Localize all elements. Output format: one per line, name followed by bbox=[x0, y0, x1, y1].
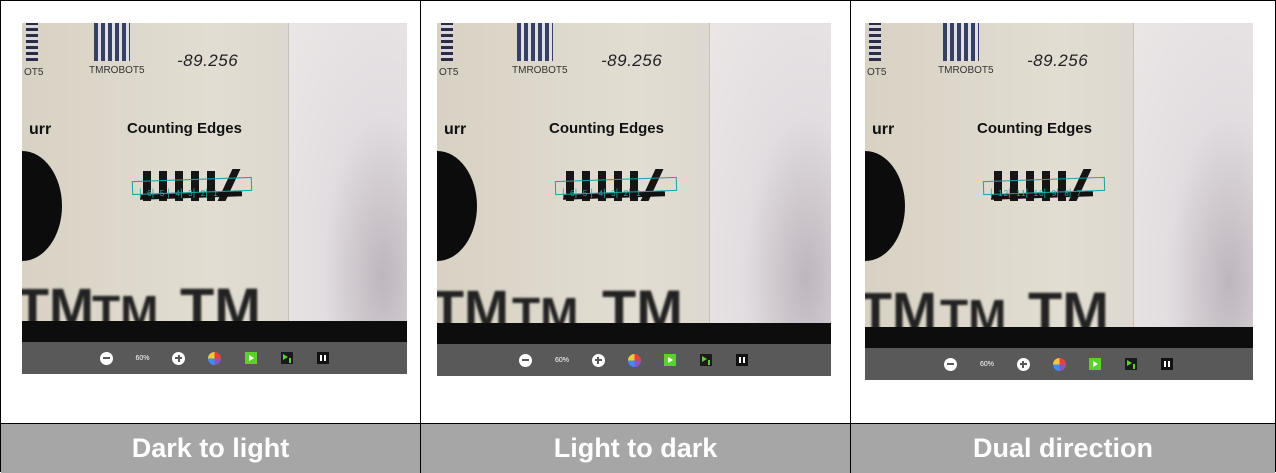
panel-light-to-dark: OT5 TMROBOT5 -89.256 urr Counting Edges … bbox=[421, 1, 851, 473]
side-text-partial: urr bbox=[444, 121, 467, 138]
tm-logo-left: TM bbox=[865, 282, 937, 327]
zoom-out-icon bbox=[944, 357, 958, 371]
viewer-toolbar: 60% bbox=[865, 348, 1253, 380]
counting-edges-label: Counting Edges bbox=[977, 120, 1092, 137]
tm-logo-right: TM bbox=[1028, 280, 1109, 327]
panel-dark-to-light: OT5 TMROBOT5 -89.256 urr Counting Edges … bbox=[1, 1, 421, 473]
zoom-in-icon bbox=[1016, 357, 1030, 371]
tag-label: TMROBOT5 bbox=[512, 65, 568, 76]
tm-logo-left: TM bbox=[22, 278, 94, 321]
datamatrix-code bbox=[943, 23, 979, 61]
dark-object bbox=[437, 151, 477, 261]
paper-background bbox=[708, 23, 831, 323]
paper-background bbox=[287, 23, 407, 321]
step-button[interactable] bbox=[1124, 357, 1138, 371]
color-wheel-icon bbox=[208, 351, 221, 365]
step-icon bbox=[700, 354, 712, 366]
play-button[interactable] bbox=[663, 353, 677, 367]
comparison-table: OT5 TMROBOT5 -89.256 urr Counting Edges … bbox=[0, 0, 1276, 473]
zoom-out-button[interactable] bbox=[99, 351, 113, 365]
play-icon bbox=[1089, 358, 1101, 370]
step-button[interactable] bbox=[699, 353, 713, 367]
measurement-reading: -89.256 bbox=[1027, 51, 1089, 70]
zoom-out-icon bbox=[99, 351, 113, 365]
zoom-in-button[interactable] bbox=[172, 351, 186, 365]
pause-button[interactable] bbox=[1160, 357, 1174, 371]
panel-caption: Dark to light bbox=[1, 423, 420, 473]
play-button[interactable] bbox=[1088, 357, 1102, 371]
step-icon bbox=[1125, 358, 1137, 370]
panel-dual-direction: OT5 TMROBOT5 -89.256 urr Counting Edges … bbox=[851, 1, 1275, 473]
edge-markers: ▏6▏5 ▏4▏3▏2▏1 bbox=[140, 189, 219, 198]
measurement-reading: -89.256 bbox=[177, 51, 239, 70]
zoom-out-icon bbox=[519, 353, 533, 367]
camera-image: OT5 TMROBOT5 -89.256 urr Counting Edges … bbox=[865, 23, 1253, 327]
color-wheel-icon bbox=[1052, 357, 1066, 371]
viewer-toolbar: 60% bbox=[22, 342, 407, 374]
pause-icon bbox=[1161, 358, 1173, 370]
datamatrix-code-left bbox=[869, 23, 881, 61]
camera-image: OT5 TMROBOT5 -89.256 urr Counting Edges … bbox=[437, 23, 831, 323]
datamatrix-code bbox=[94, 23, 130, 61]
camera-image: OT5 TMROBOT5 -89.256 urr Counting Edges … bbox=[22, 23, 407, 321]
tag-label-partial: OT5 bbox=[867, 67, 887, 78]
tag-label: TMROBOT5 bbox=[89, 65, 145, 76]
zoom-in-icon bbox=[172, 351, 185, 365]
zoom-in-button[interactable] bbox=[591, 353, 605, 367]
tag-label-partial: OT5 bbox=[439, 67, 459, 78]
play-icon bbox=[664, 354, 676, 366]
step-button[interactable] bbox=[280, 351, 294, 365]
edge-markers: ▏12▏11▏10▏9▏8▏7 bbox=[991, 189, 1083, 198]
panel-caption: Dual direction bbox=[851, 423, 1275, 473]
pause-icon bbox=[316, 352, 329, 364]
tag-label: TMROBOT5 bbox=[938, 65, 994, 76]
datamatrix-code-left bbox=[441, 23, 453, 61]
zoom-in-button[interactable] bbox=[1016, 357, 1030, 371]
pause-icon bbox=[736, 354, 748, 366]
counting-edges-label: Counting Edges bbox=[127, 120, 242, 137]
tm-logo-right: TM bbox=[602, 278, 683, 323]
play-button[interactable] bbox=[244, 351, 258, 365]
zoom-out-button[interactable] bbox=[944, 357, 958, 371]
camera-viewer: OT5 TMROBOT5 -89.256 urr Counting Edges … bbox=[437, 23, 831, 376]
step-icon bbox=[280, 352, 293, 364]
pause-button[interactable] bbox=[735, 353, 749, 367]
play-icon bbox=[244, 352, 257, 364]
dark-object bbox=[865, 151, 905, 261]
counting-edges-label: Counting Edges bbox=[549, 120, 664, 137]
dark-object bbox=[22, 151, 62, 261]
tm-logo-middle: TM bbox=[940, 290, 1007, 327]
color-button[interactable] bbox=[627, 353, 641, 367]
tm-logo-middle: TM bbox=[512, 288, 579, 323]
tm-logo-left: TM bbox=[437, 280, 509, 323]
side-text-partial: urr bbox=[29, 121, 52, 138]
zoom-level: 60% bbox=[979, 360, 994, 368]
measurement-reading: -89.256 bbox=[601, 51, 663, 70]
camera-viewer: OT5 TMROBOT5 -89.256 urr Counting Edges … bbox=[865, 23, 1253, 380]
edge-markers: ▏6▏5 ▏4▏3▏2▏1 bbox=[563, 189, 642, 198]
paper-background bbox=[1132, 23, 1253, 327]
zoom-level: 60% bbox=[135, 354, 150, 362]
datamatrix-code bbox=[517, 23, 553, 61]
side-text-partial: urr bbox=[872, 121, 895, 138]
datamatrix-code-left bbox=[26, 23, 38, 61]
panel-caption: Light to dark bbox=[421, 423, 850, 473]
zoom-out-button[interactable] bbox=[519, 353, 533, 367]
tag-label-partial: OT5 bbox=[24, 67, 44, 78]
color-button[interactable] bbox=[1052, 357, 1066, 371]
zoom-in-icon bbox=[591, 353, 605, 367]
tm-logo-right: TM bbox=[180, 276, 261, 321]
color-button[interactable] bbox=[208, 351, 222, 365]
camera-viewer: OT5 TMROBOT5 -89.256 urr Counting Edges … bbox=[22, 23, 407, 374]
tm-logo-middle: TM bbox=[92, 286, 159, 321]
zoom-level: 60% bbox=[554, 356, 569, 364]
color-wheel-icon bbox=[627, 353, 641, 367]
viewer-toolbar: 60% bbox=[437, 344, 831, 376]
pause-button[interactable] bbox=[316, 351, 330, 365]
